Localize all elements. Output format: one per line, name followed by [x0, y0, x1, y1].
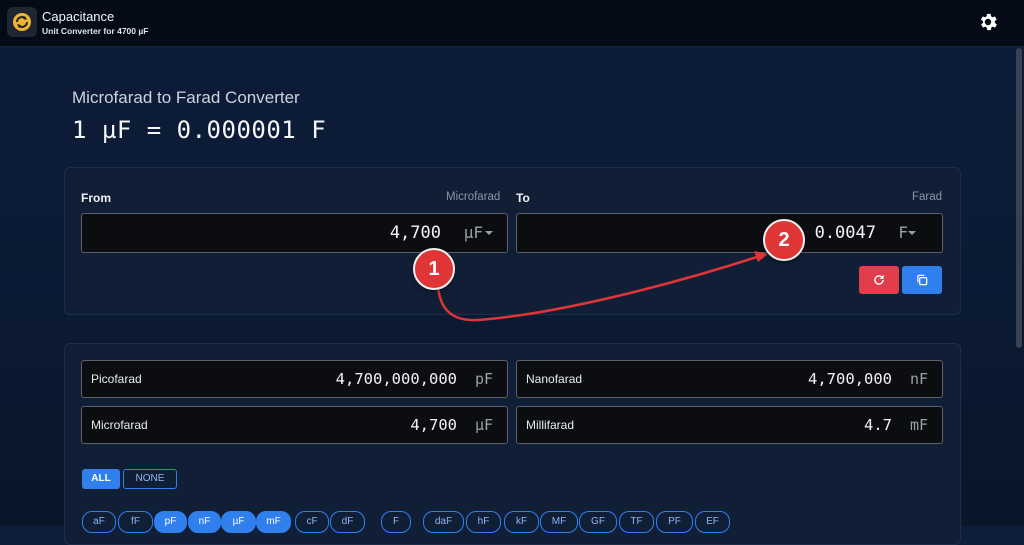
- result-unit: pF: [474, 370, 493, 388]
- page-title: Microfarad to Farad Converter: [72, 88, 300, 107]
- app-subtitle: Unit Converter for 4700 µF: [42, 26, 149, 36]
- unit-filter-pill[interactable]: GF: [579, 511, 617, 533]
- select-none-button[interactable]: NONE: [123, 469, 177, 489]
- annotation-marker-2: 2: [763, 219, 805, 261]
- unit-filter-pill[interactable]: kF: [504, 511, 539, 533]
- result-label: Microfarad: [91, 418, 148, 432]
- to-unit-name: Farad: [912, 191, 943, 203]
- unit-filter-pill[interactable]: F: [381, 511, 411, 533]
- copy-icon: [917, 274, 928, 286]
- unit-filter-pill[interactable]: mF: [256, 511, 291, 533]
- conversion-formula: 1 µF = 0.000001 F: [72, 116, 327, 144]
- annotation-marker-1: 1: [413, 248, 455, 290]
- from-input[interactable]: 4,700 µF: [81, 213, 508, 253]
- result-row: Nanofarad 4,700,000 nF: [516, 360, 943, 398]
- unit-filter-pill[interactable]: daF: [423, 511, 464, 533]
- unit-filter-pill[interactable]: TF: [619, 511, 654, 533]
- unit-filter-pill[interactable]: aF: [82, 511, 116, 533]
- to-input[interactable]: 0.0047 F: [516, 213, 943, 253]
- unit-filter-pill[interactable]: dF: [330, 511, 365, 533]
- result-value: 4,700,000,000: [335, 370, 457, 388]
- gear-icon[interactable]: [977, 11, 999, 33]
- from-value[interactable]: 4,700: [390, 223, 441, 243]
- unit-filter-pill[interactable]: pF: [154, 511, 187, 533]
- result-unit: µF: [474, 416, 493, 434]
- copy-button[interactable]: [902, 266, 942, 294]
- result-label: Millifarad: [526, 418, 575, 432]
- unit-filter-pill[interactable]: fF: [118, 511, 153, 533]
- app-title: Capacitance: [42, 9, 115, 24]
- select-all-button[interactable]: ALL: [82, 469, 120, 489]
- chevron-down-icon[interactable]: [908, 231, 916, 235]
- result-value: 4,700,000: [808, 370, 892, 388]
- unit-filter-pill[interactable]: PF: [656, 511, 693, 533]
- unit-filter-pill[interactable]: EF: [695, 511, 730, 533]
- reset-button[interactable]: [859, 266, 899, 294]
- unit-filter-pill[interactable]: cF: [295, 511, 329, 533]
- result-unit: mF: [909, 416, 928, 434]
- page-scrollbar[interactable]: [1016, 48, 1022, 348]
- result-label: Picofarad: [91, 372, 142, 386]
- unit-filter-pill[interactable]: hF: [466, 511, 501, 533]
- from-unit-select[interactable]: µF: [464, 223, 483, 242]
- result-unit: nF: [909, 370, 928, 388]
- reset-icon: [874, 274, 884, 285]
- result-row: Picofarad 4,700,000,000 pF: [81, 360, 508, 398]
- from-unit-name: Microfarad: [446, 191, 501, 203]
- app-logo-icon[interactable]: [7, 7, 37, 37]
- unit-filter-pill[interactable]: nF: [188, 511, 221, 533]
- result-row: Millifarad 4.7 mF: [516, 406, 943, 444]
- result-row: Microfarad 4,700 µF: [81, 406, 508, 444]
- unit-filter-pill[interactable]: µF: [221, 511, 256, 533]
- result-label: Nanofarad: [526, 372, 583, 386]
- chevron-down-icon[interactable]: [485, 231, 493, 235]
- to-value[interactable]: 0.0047: [815, 223, 876, 243]
- result-value: 4.7: [864, 416, 892, 434]
- to-unit-select[interactable]: F: [898, 223, 908, 242]
- to-label: To: [516, 191, 530, 205]
- from-label: From: [81, 191, 111, 205]
- top-bar: Capacitance Unit Converter for 4700 µF: [0, 0, 1024, 46]
- unit-filter-pill[interactable]: MF: [540, 511, 578, 533]
- result-value: 4,700: [410, 416, 457, 434]
